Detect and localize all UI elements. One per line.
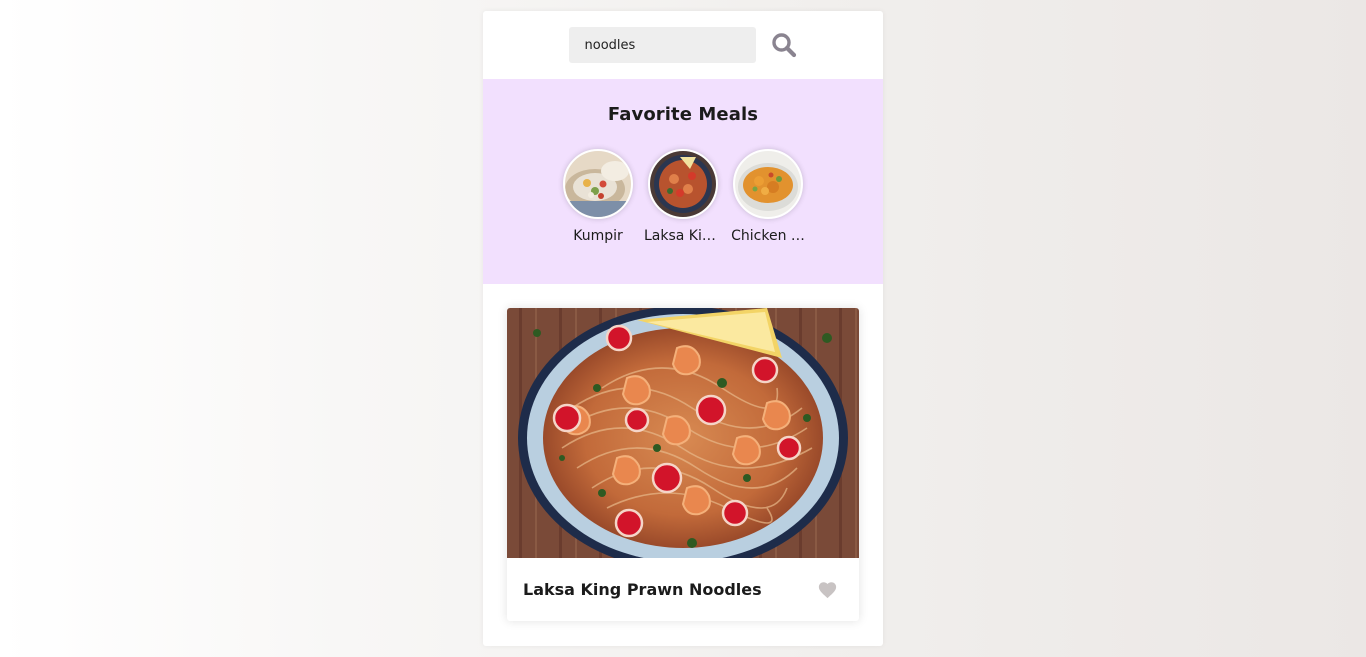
meal-name: Laksa King Prawn Noodles bbox=[523, 580, 762, 599]
laksa-photo bbox=[650, 151, 716, 217]
favorite-name: Kumpir bbox=[573, 228, 623, 244]
heart-icon bbox=[818, 582, 836, 599]
favorite-thumbnail[interactable] bbox=[648, 149, 718, 219]
favorite-name: Laksa Kin… bbox=[644, 228, 722, 244]
chicken-photo bbox=[735, 151, 801, 217]
search-icon bbox=[771, 33, 796, 58]
laksa-noodles-photo bbox=[507, 308, 859, 558]
app-container: Favorite Meals bbox=[483, 11, 883, 646]
favorite-button[interactable] bbox=[815, 578, 839, 602]
favorite-item[interactable]: Chicken … bbox=[731, 149, 805, 244]
search-button[interactable] bbox=[769, 30, 799, 60]
favorites-title: Favorite Meals bbox=[607, 104, 759, 125]
favorite-name: Chicken … bbox=[731, 228, 805, 244]
favorite-item[interactable]: Laksa Kin… bbox=[644, 149, 722, 244]
favorite-thumbnail[interactable] bbox=[733, 149, 803, 219]
search-input[interactable] bbox=[568, 27, 756, 63]
meal-card-body: Laksa King Prawn Noodles bbox=[507, 558, 859, 621]
kumpir-photo bbox=[565, 151, 631, 217]
search-header bbox=[483, 11, 883, 79]
meal-card[interactable]: Laksa King Prawn Noodles bbox=[507, 308, 859, 621]
favorite-meals-section: Favorite Meals Kumpir Laksa Kin… Chicken… bbox=[483, 79, 883, 284]
favorites-list: Kumpir Laksa Kin… Chicken … bbox=[563, 149, 805, 244]
favorite-thumbnail[interactable] bbox=[563, 149, 633, 219]
favorite-item[interactable]: Kumpir bbox=[563, 149, 633, 244]
